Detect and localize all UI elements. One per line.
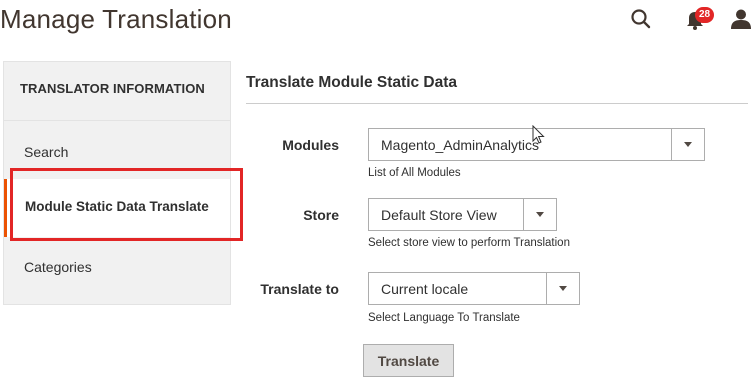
translate-to-select-value: Current locale	[381, 281, 469, 297]
translate-to-label: Translate to	[260, 281, 339, 297]
section-title: Translate Module Static Data	[246, 74, 458, 91]
chevron-down-icon	[671, 129, 704, 160]
store-select[interactable]: Default Store View	[368, 198, 557, 231]
translate-to-select[interactable]: Current locale	[368, 272, 580, 305]
search-icon[interactable]	[630, 8, 652, 35]
modules-select-value: Magento_AdminAnalytics	[381, 137, 539, 153]
header-actions: 28	[630, 7, 755, 35]
page-title: Manage Translation	[0, 4, 232, 34]
sidebar-item-label: Categories	[24, 259, 92, 275]
sidebar-divider	[4, 120, 230, 121]
translate-to-note: Select Language To Translate	[368, 312, 520, 324]
sidebar-item-categories[interactable]: Categories	[4, 247, 230, 287]
store-note: Select store view to perform Translation	[368, 237, 570, 249]
mouse-cursor-icon	[532, 124, 546, 150]
section-divider	[246, 103, 748, 104]
chevron-down-icon	[523, 199, 556, 230]
modules-label: Modules	[282, 137, 339, 153]
notifications-button[interactable]: 28	[686, 7, 715, 35]
modules-note: List of All Modules	[368, 167, 461, 179]
store-select-value: Default Store View	[381, 207, 497, 223]
store-label: Store	[303, 207, 339, 223]
sidebar-item-label: Search	[24, 144, 69, 160]
sidebar-item-search[interactable]: Search	[4, 132, 230, 172]
sidebar: TRANSLATOR INFORMATION Search Module Sta…	[3, 61, 231, 305]
sidebar-item-label: Module Static Data Translate	[25, 199, 209, 214]
sidebar-title: TRANSLATOR INFORMATION	[20, 81, 205, 96]
translate-button[interactable]: Translate	[363, 344, 454, 377]
notification-count-badge: 28	[695, 7, 715, 23]
sidebar-item-module-static-data-translate[interactable]: Module Static Data Translate	[4, 179, 230, 237]
user-icon[interactable]	[731, 8, 751, 35]
chevron-down-icon	[546, 273, 579, 304]
